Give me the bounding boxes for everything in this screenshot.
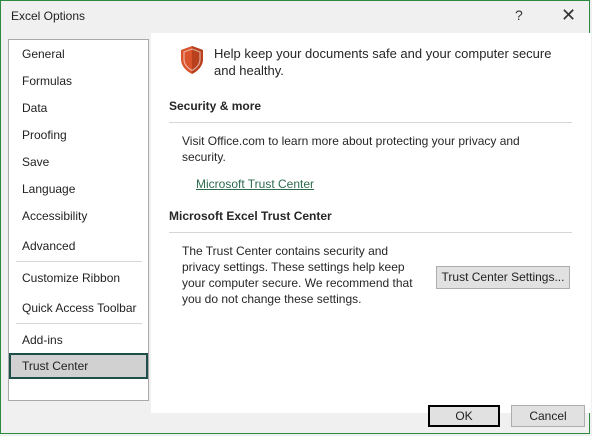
trust-section-title: Microsoft Excel Trust Center [169,209,332,223]
sidebar-item-label: Language [22,182,76,196]
sidebar-item-label: Customize Ribbon [22,271,121,285]
section-divider [169,232,572,233]
ok-button[interactable]: OK [428,405,500,427]
sidebar-item-label: Quick Access Toolbar [22,301,137,315]
trust-center-settings-button[interactable]: Trust Center Settings... [436,266,570,289]
sidebar-item-trust-center[interactable]: Trust Center [9,353,148,379]
sidebar-item-data[interactable]: Data [9,96,148,120]
sidebar-item-save[interactable]: Save [9,150,148,174]
sidebar-item-add-ins[interactable]: Add-ins [9,328,148,352]
sidebar-item-accessibility[interactable]: Accessibility [9,204,148,228]
cancel-button[interactable]: Cancel [511,405,585,427]
sidebar-item-proofing[interactable]: Proofing [9,123,148,147]
sidebar-item-label: Formulas [22,74,73,88]
sidebar-item-label: Save [22,155,50,169]
sidebar-item-language[interactable]: Language [9,177,148,201]
intro-text: Help keep your documents safe and your c… [214,46,552,78]
sidebar-item-formulas[interactable]: Formulas [9,69,148,93]
help-button[interactable]: ? [515,7,523,23]
options-sidebar: General Formulas Data Proofing Save Lang… [8,39,149,401]
sidebar-item-quick-access-toolbar[interactable]: Quick Access Toolbar [9,296,148,320]
security-description: Visit Office.com to learn more about pro… [182,134,520,164]
trust-center-panel: Help keep your documents safe and your c… [151,33,591,413]
sidebar-item-label: General [22,47,65,61]
section-divider [169,122,572,123]
title-bar: Excel Options ? ✕ [1,1,589,33]
sidebar-item-label: Add-ins [22,333,63,347]
shield-icon [181,46,203,74]
sidebar-item-label: Proofing [22,128,67,142]
sidebar-item-customize-ribbon[interactable]: Customize Ribbon [9,266,148,290]
window-title: Excel Options [11,9,86,23]
sidebar-item-label: Data [22,101,48,115]
sidebar-item-advanced[interactable]: Advanced [9,234,148,258]
sidebar-item-general[interactable]: General [9,42,148,66]
sidebar-divider [16,261,142,262]
sidebar-item-label: Accessibility [22,209,88,223]
close-button[interactable]: ✕ [561,5,576,26]
excel-options-dialog: Excel Options ? ✕ General Formulas Data … [0,0,591,434]
sidebar-item-label: Trust Center [22,359,89,373]
security-section-title: Security & more [169,99,262,113]
trust-description: The Trust Center contains security and p… [182,244,413,306]
microsoft-trust-center-link[interactable]: Microsoft Trust Center [196,177,314,191]
sidebar-item-label: Advanced [22,239,76,253]
sidebar-divider [16,323,142,324]
